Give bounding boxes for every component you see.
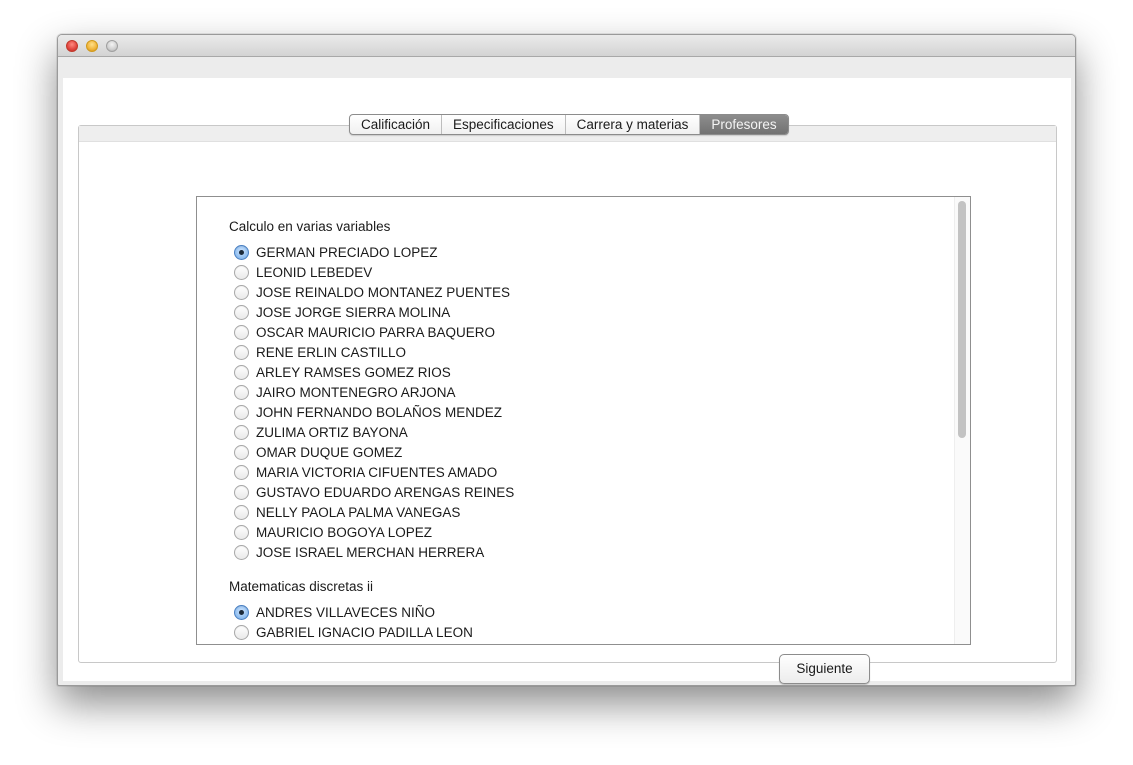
professor-option[interactable]: JAIRO MONTENEGRO ARJONA (229, 382, 514, 402)
professor-option[interactable]: ARLEY RAMSES GOMEZ RIOS (229, 362, 514, 382)
course-group-discretas: Matematicas discretas ii ANDRES VILLAVEC… (229, 577, 473, 642)
professor-option[interactable]: MARIA VICTORIA CIFUENTES AMADO (229, 462, 514, 482)
professor-option[interactable]: ZULIMA ORTIZ BAYONA (229, 422, 514, 442)
radio-button[interactable] (234, 424, 249, 440)
professor-name: JOSE REINALDO MONTANEZ PUENTES (256, 284, 511, 300)
radio-button[interactable] (234, 324, 249, 340)
professor-name: RENE ERLIN CASTILLO (256, 344, 407, 360)
radio-button[interactable] (234, 404, 249, 420)
professor-name: GERMAN PRECIADO LOPEZ (256, 244, 438, 260)
professor-option[interactable]: RENE ERLIN CASTILLO (229, 342, 514, 362)
radio-button[interactable] (234, 304, 249, 320)
professor-name: LEONID LEBEDEV (256, 264, 373, 280)
course-title: Matematicas discretas ii (229, 579, 374, 594)
professor-option[interactable]: GERMAN PRECIADO LOPEZ (229, 242, 514, 262)
radio-button[interactable] (234, 504, 249, 520)
radio-button[interactable] (234, 264, 249, 280)
professor-option[interactable]: MAURICIO BOGOYA LOPEZ (229, 522, 514, 542)
professor-name: ZULIMA ORTIZ BAYONA (256, 424, 408, 440)
professor-name: GUSTAVO EDUARDO ARENGAS REINES (256, 484, 515, 500)
professor-option[interactable]: JOSE ISRAEL MERCHAN HERRERA (229, 542, 514, 562)
professor-option[interactable]: NELLY PAOLA PALMA VANEGAS (229, 502, 514, 522)
radio-button[interactable] (234, 444, 249, 460)
professor-option[interactable]: OMAR DUQUE GOMEZ (229, 442, 514, 462)
tab-especificaciones[interactable]: Especificaciones (442, 115, 566, 134)
next-button[interactable]: Siguiente (779, 654, 870, 684)
professor-name: JOSE JORGE SIERRA MOLINA (256, 304, 451, 320)
scrollbar-track[interactable] (954, 197, 970, 644)
title-bar (58, 35, 1075, 57)
professor-name: MARIA VICTORIA CIFUENTES AMADO (256, 464, 498, 480)
professor-option[interactable]: JOSE JORGE SIERRA MOLINA (229, 302, 514, 322)
radio-button-selected[interactable] (234, 244, 249, 260)
professor-name: MAURICIO BOGOYA LOPEZ (256, 524, 433, 540)
radio-button[interactable] (234, 484, 249, 500)
radio-button-selected[interactable] (234, 604, 249, 620)
close-window-button[interactable] (66, 40, 78, 52)
radio-button[interactable] (234, 364, 249, 380)
professor-option[interactable]: ANDRES VILLAVECES NIÑO (229, 602, 473, 622)
radio-button[interactable] (234, 524, 249, 540)
radio-button[interactable] (234, 544, 249, 560)
zoom-window-button[interactable] (106, 40, 118, 52)
professor-option[interactable]: JOSE REINALDO MONTANEZ PUENTES (229, 282, 514, 302)
course-title: Calculo en varias variables (229, 219, 391, 234)
professor-name: ARLEY RAMSES GOMEZ RIOS (256, 364, 451, 380)
professor-name: NELLY PAOLA PALMA VANEGAS (256, 504, 461, 520)
professor-option[interactable]: GUSTAVO EDUARDO ARENGAS REINES (229, 482, 514, 502)
professor-name: OSCAR MAURICIO PARRA BAQUERO (256, 324, 496, 340)
radio-button[interactable] (234, 384, 249, 400)
app-window: Calculo en varias variables GERMAN PRECI… (57, 34, 1076, 686)
professors-scroll-panel[interactable]: Calculo en varias variables GERMAN PRECI… (196, 196, 971, 645)
professor-option[interactable]: GABRIEL IGNACIO PADILLA LEON (229, 622, 473, 642)
professor-option[interactable]: JOHN FERNANDO BOLAÑOS MENDEZ (229, 402, 514, 422)
professor-option[interactable]: LEONID LEBEDEV (229, 262, 514, 282)
radio-button[interactable] (234, 464, 249, 480)
professor-name: JAIRO MONTENEGRO ARJONA (256, 384, 456, 400)
scrollbar-thumb[interactable] (958, 201, 966, 438)
course-group-calculo: Calculo en varias variables GERMAN PRECI… (229, 217, 514, 562)
minimize-window-button[interactable] (86, 40, 98, 52)
professor-option[interactable]: OSCAR MAURICIO PARRA BAQUERO (229, 322, 514, 342)
professor-name: GABRIEL IGNACIO PADILLA LEON (256, 624, 473, 640)
tab-profesores[interactable]: Profesores (700, 115, 788, 134)
radio-button[interactable] (234, 284, 249, 300)
professor-name: ANDRES VILLAVECES NIÑO (256, 604, 436, 620)
tab-pane: Calculo en varias variables GERMAN PRECI… (78, 125, 1057, 684)
radio-button[interactable] (234, 624, 249, 640)
professor-name: JOSE ISRAEL MERCHAN HERRERA (256, 544, 485, 560)
radio-button[interactable] (234, 344, 249, 360)
professor-name: JOHN FERNANDO BOLAÑOS MENDEZ (256, 404, 503, 420)
tab-bar: Calificación Especificaciones Carrera y … (349, 114, 789, 135)
tab-calificacion[interactable]: Calificación (350, 115, 443, 134)
tab-carrera-y-materias[interactable]: Carrera y materias (566, 115, 701, 134)
professor-name: OMAR DUQUE GOMEZ (256, 444, 403, 460)
window-content: Calculo en varias variables GERMAN PRECI… (63, 78, 1071, 684)
